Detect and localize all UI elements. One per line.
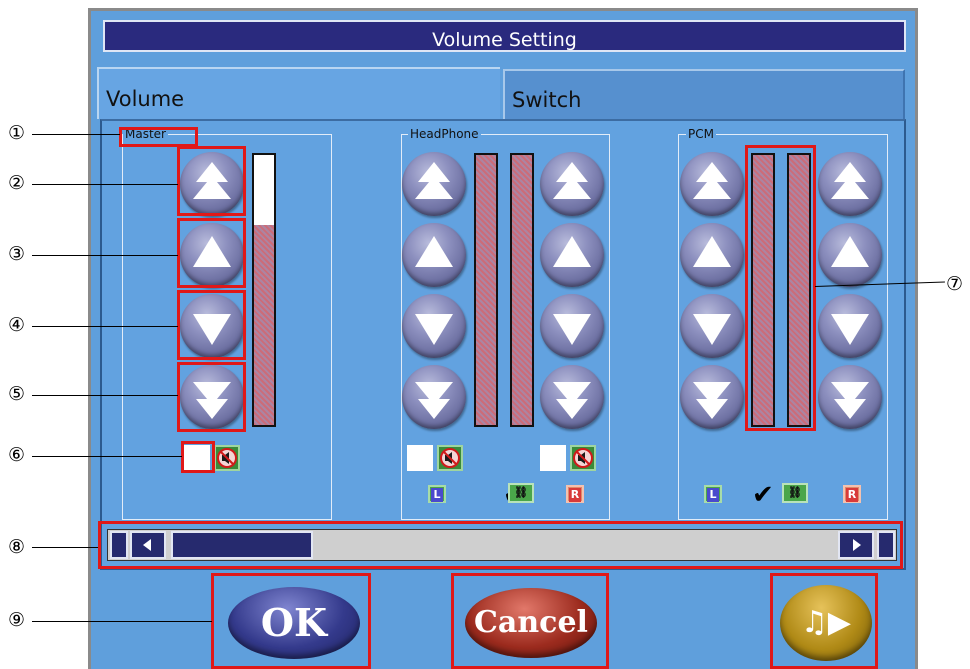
- annotation-box-cancel: [451, 573, 609, 669]
- tab-volume[interactable]: Volume: [97, 67, 500, 119]
- master-level-bar: [252, 153, 276, 427]
- link-chain-icon[interactable]: ⛓: [782, 483, 808, 503]
- headphone-right-fast-up-button[interactable]: [540, 152, 604, 216]
- pcm-right-channel-button[interactable]: R: [843, 485, 861, 503]
- headphone-right-down-button[interactable]: [540, 294, 604, 358]
- pcm-left-fast-up-button[interactable]: [680, 152, 744, 216]
- pcm-label: PCM: [686, 127, 716, 141]
- speaker-mute-icon[interactable]: [437, 445, 463, 471]
- callout-9: ⑨: [8, 609, 26, 631]
- pcm-link-checkbox[interactable]: ✔: [752, 482, 774, 508]
- right-channel-label: R: [569, 488, 581, 502]
- left-channel-label: L: [707, 488, 719, 502]
- pcm-left-channel-button[interactable]: L: [704, 485, 722, 503]
- callout-5: ⑤: [8, 383, 26, 405]
- annotation-box-4: [177, 290, 246, 360]
- callout-line-2: [32, 184, 178, 185]
- headphone-left-down-button[interactable]: [402, 294, 466, 358]
- headphone-right-mute-checkbox[interactable]: [540, 445, 566, 471]
- master-level-fill: [254, 225, 274, 425]
- callout-line-3: [32, 255, 178, 256]
- annotation-box-3: [177, 218, 246, 288]
- pcm-left-fast-down-button[interactable]: [680, 365, 744, 429]
- right-channel-label: R: [846, 488, 858, 502]
- headphone-right-level-fill: [512, 155, 532, 425]
- annotation-box-8: [98, 521, 903, 569]
- headphone-left-up-button[interactable]: [402, 223, 466, 287]
- headphone-left-channel-button[interactable]: L: [428, 485, 446, 503]
- annotation-box-1: [119, 127, 198, 147]
- pcm-left-up-button[interactable]: [680, 223, 744, 287]
- headphone-right-level-bar: [510, 153, 534, 427]
- annotation-box-7: [745, 145, 816, 431]
- callout-line-6: [32, 456, 182, 457]
- left-channel-label: L: [431, 488, 443, 502]
- headphone-left-level-fill: [476, 155, 496, 425]
- callout-3: ③: [8, 243, 26, 265]
- headphone-right-fast-down-button[interactable]: [540, 365, 604, 429]
- annotation-box-2: [177, 146, 246, 216]
- pcm-right-down-button[interactable]: [818, 294, 882, 358]
- callout-line-1: [32, 134, 120, 135]
- headphone-left-fast-up-button[interactable]: [402, 152, 466, 216]
- headphone-label: HeadPhone: [408, 127, 481, 141]
- callout-1: ①: [8, 122, 26, 144]
- annotation-box-music: [770, 573, 878, 669]
- pcm-right-up-button[interactable]: [818, 223, 882, 287]
- callout-line-4: [32, 326, 178, 327]
- callout-7: ⑦: [946, 273, 964, 295]
- tab-switch[interactable]: Switch: [503, 69, 905, 119]
- headphone-left-mute-checkbox[interactable]: [407, 445, 433, 471]
- callout-6: ⑥: [8, 444, 26, 466]
- pcm-right-fast-up-button[interactable]: [818, 152, 882, 216]
- callout-2: ②: [8, 172, 26, 194]
- speaker-mute-icon[interactable]: [214, 445, 240, 471]
- callout-line-9: [32, 621, 212, 622]
- annotation-box-ok: [211, 573, 371, 669]
- window-title: Volume Setting: [103, 20, 906, 52]
- callout-4: ④: [8, 314, 26, 336]
- callout-8: ⑧: [8, 536, 26, 558]
- pcm-right-fast-down-button[interactable]: [818, 365, 882, 429]
- annotation-box-6: [181, 441, 215, 473]
- link-chain-icon[interactable]: ⛓: [508, 483, 534, 503]
- callout-line-8: [32, 547, 98, 548]
- annotation-box-5: [177, 362, 246, 432]
- headphone-right-up-button[interactable]: [540, 223, 604, 287]
- headphone-right-channel-button[interactable]: R: [566, 485, 584, 503]
- headphone-left-fast-down-button[interactable]: [402, 365, 466, 429]
- speaker-mute-icon[interactable]: [570, 445, 596, 471]
- headphone-left-level-bar: [474, 153, 498, 427]
- callout-line-5: [32, 395, 178, 396]
- pcm-left-down-button[interactable]: [680, 294, 744, 358]
